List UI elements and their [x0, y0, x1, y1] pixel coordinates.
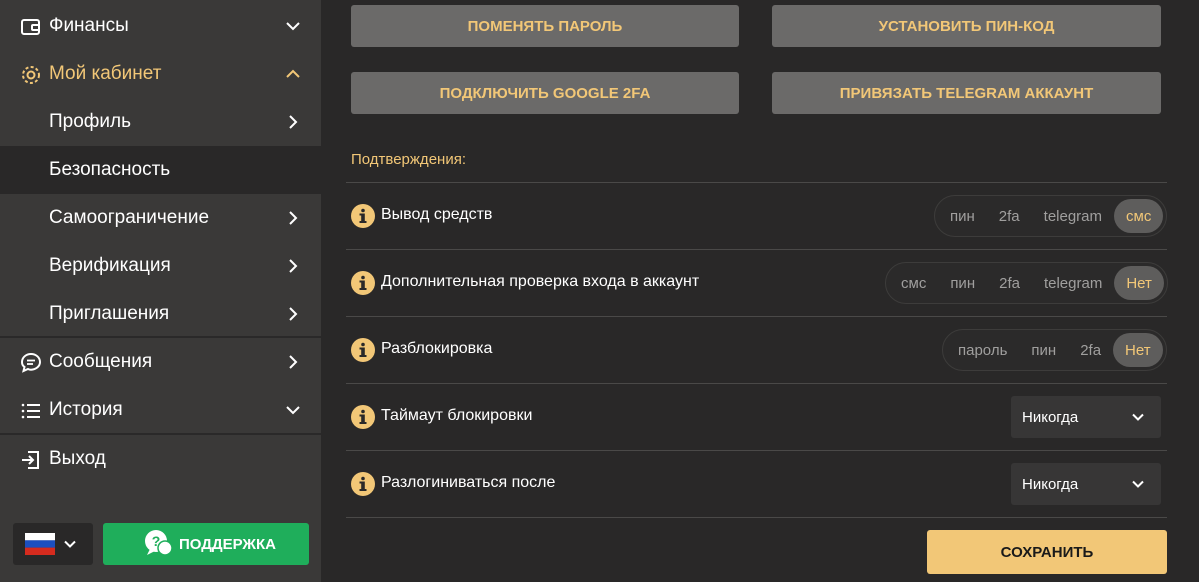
divider	[346, 383, 1167, 384]
support-label: ПОДДЕРЖКА	[179, 536, 276, 553]
option-sms[interactable]: смс	[889, 266, 938, 300]
chevron-right-icon	[289, 115, 298, 129]
divider	[346, 182, 1167, 183]
confirmations-title: Подтверждения:	[351, 151, 466, 168]
logout-icon	[22, 451, 39, 469]
chevron-up-icon	[286, 69, 300, 78]
logout-after-select[interactable]: Никогда	[1011, 463, 1161, 505]
sidebar-item-label: Верификация	[49, 255, 171, 276]
language-selector[interactable]	[13, 523, 93, 565]
unlock-label: Разблокировка	[381, 340, 493, 357]
option-2fa[interactable]: 2fa	[987, 266, 1032, 300]
option-2fa[interactable]: 2fa	[1068, 333, 1113, 367]
sidebar-item-label: Выход	[49, 448, 106, 469]
option-none[interactable]: Нет	[1114, 266, 1164, 300]
info-icon	[351, 271, 375, 295]
list-icon	[21, 403, 40, 419]
lock-timeout-select[interactable]: Никогда	[1011, 396, 1161, 438]
sidebar-item-profile[interactable]: Профиль	[0, 98, 321, 146]
svg-text:?: ?	[152, 533, 161, 549]
unlock-method-selector: пароль пин 2fa Нет	[942, 329, 1167, 371]
chevron-down-icon	[1132, 413, 1144, 421]
russia-flag-icon	[25, 533, 55, 555]
sidebar-item-messages[interactable]: Сообщения	[0, 338, 321, 386]
sidebar-item-logout[interactable]: Выход	[0, 435, 321, 483]
sidebar-item-label: Финансы	[49, 15, 129, 36]
option-2fa[interactable]: 2fa	[987, 199, 1032, 233]
option-pin[interactable]: пин	[938, 266, 987, 300]
sidebar-item-invites[interactable]: Приглашения	[0, 290, 321, 338]
option-password[interactable]: пароль	[946, 333, 1019, 367]
sidebar-item-label: Приглашения	[49, 303, 170, 324]
chevron-down-icon	[64, 540, 76, 548]
divider	[346, 249, 1167, 250]
chat-icon	[20, 352, 42, 373]
gear-icon	[22, 66, 40, 84]
set-pin-button[interactable]: Установить пин-код	[772, 5, 1161, 47]
google-2fa-button[interactable]: Подключить Google 2FA	[351, 72, 739, 114]
change-password-button[interactable]: Поменять пароль	[351, 5, 739, 47]
login-check-label: Дополнительная проверка входа в аккаунт	[381, 273, 700, 290]
login-check-method-selector: смс пин 2fa telegram Нет	[885, 262, 1168, 304]
sidebar: Финансы Мой кабинет Профиль Безопасность…	[0, 0, 321, 582]
option-sms[interactable]: смс	[1114, 199, 1164, 233]
save-button[interactable]: СОХРАНИТЬ	[927, 530, 1167, 574]
chevron-right-icon	[289, 355, 298, 369]
sidebar-item-finance[interactable]: Финансы	[0, 2, 321, 50]
info-icon	[351, 204, 375, 228]
lock-timeout-label: Таймаут блокировки	[381, 407, 533, 424]
support-button[interactable]: ? ПОДДЕРЖКА	[103, 523, 309, 565]
help-chat-icon: ?	[145, 530, 173, 556]
info-icon	[351, 472, 375, 496]
chevron-right-icon	[289, 211, 298, 225]
info-icon	[351, 405, 375, 429]
option-telegram[interactable]: telegram	[1032, 266, 1114, 300]
sidebar-item-cabinet[interactable]: Мой кабинет	[0, 50, 321, 98]
sidebar-item-label: История	[49, 399, 123, 420]
sidebar-item-security[interactable]: Безопасность	[0, 146, 321, 194]
option-none[interactable]: Нет	[1113, 333, 1163, 367]
option-telegram[interactable]: telegram	[1032, 199, 1114, 233]
option-pin[interactable]: пин	[1019, 333, 1068, 367]
sidebar-item-verification[interactable]: Верификация	[0, 242, 321, 290]
divider	[346, 316, 1167, 317]
chevron-down-icon	[286, 22, 300, 31]
sidebar-item-label: Профиль	[49, 111, 132, 132]
info-icon	[351, 338, 375, 362]
option-pin[interactable]: пин	[938, 199, 987, 233]
sidebar-item-history[interactable]: История	[0, 386, 321, 434]
divider	[346, 450, 1167, 451]
select-value: Никогда	[1022, 476, 1079, 493]
chevron-down-icon	[1132, 480, 1144, 488]
chevron-down-icon	[286, 406, 300, 415]
sidebar-item-selflimit[interactable]: Самоограничение	[0, 194, 321, 242]
divider	[346, 517, 1167, 518]
telegram-link-button[interactable]: Привязать Telegram аккаунт	[772, 72, 1161, 114]
chevron-right-icon	[289, 259, 298, 273]
sidebar-item-label: Безопасность	[49, 159, 171, 180]
select-value: Никогда	[1022, 409, 1079, 426]
sidebar-item-label: Самоограничение	[49, 207, 210, 228]
withdrawal-method-selector: пин 2fa telegram смс	[934, 195, 1168, 237]
sidebar-item-label: Сообщения	[49, 351, 153, 372]
chevron-right-icon	[289, 307, 298, 321]
wallet-icon	[21, 19, 40, 35]
logout-after-label: Разлогиниваться после	[381, 474, 556, 491]
sidebar-item-label: Мой кабинет	[49, 63, 162, 84]
withdrawal-label: Вывод средств	[381, 206, 493, 223]
